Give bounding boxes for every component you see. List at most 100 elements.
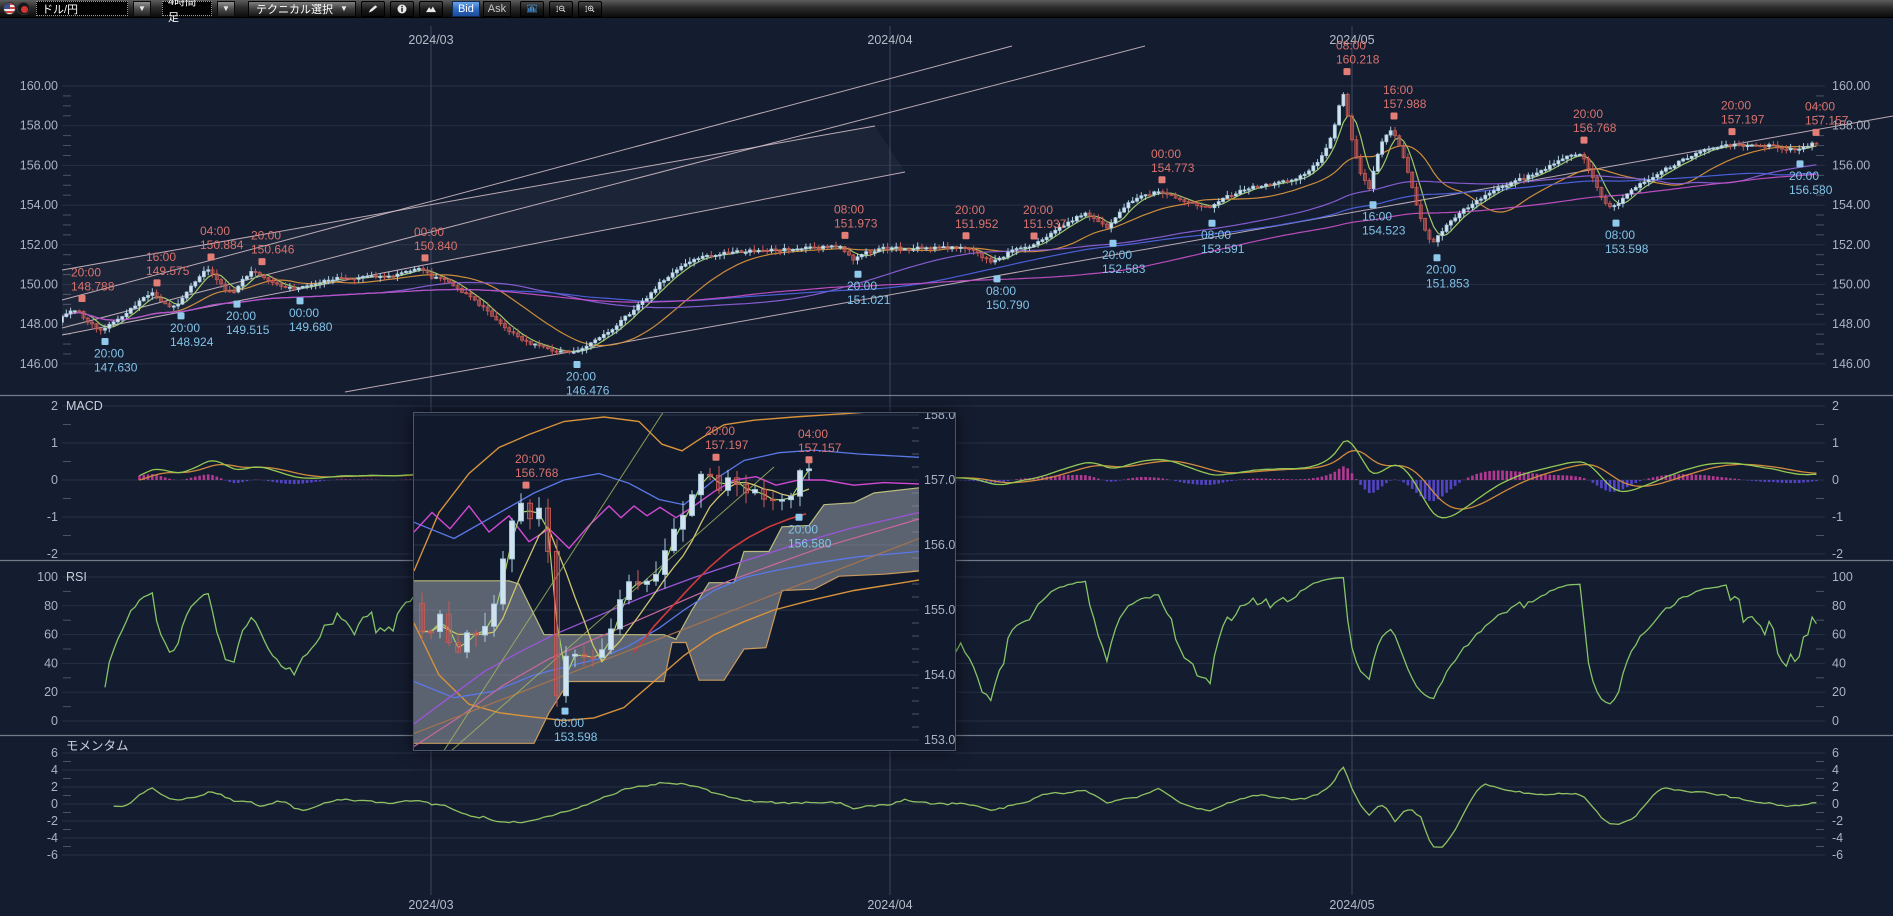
draw-tool-button[interactable] <box>361 1 385 17</box>
annotation-price: 151.973 <box>834 216 878 230</box>
momentum-tick: 2 <box>1832 780 1839 794</box>
annotation-marker <box>422 254 429 261</box>
rsi-tick: 0 <box>51 714 58 728</box>
annotation-marker <box>806 456 813 463</box>
bid-button[interactable]: Bid <box>452 1 480 17</box>
y-axis-label: 150.00 <box>1832 278 1870 292</box>
rsi-tick: 100 <box>1832 570 1853 584</box>
inset-axis-labels: 158.00157.00156.00155.00154.00153.00 <box>924 413 955 747</box>
annotation-marker <box>855 271 862 278</box>
pair-select[interactable]: ドル/円 <box>36 1 128 16</box>
momentum-tick: 2 <box>51 780 58 794</box>
timeframe-select[interactable]: 4時間足 <box>162 1 212 16</box>
y-axis-label: 158.00 <box>20 119 58 133</box>
timeframe-dropdown-button[interactable]: ▼ <box>217 1 235 17</box>
ask-label: Ask <box>488 3 506 15</box>
month-label: 2024/03 <box>408 33 453 47</box>
timeframe-label: 4時間足 <box>168 0 206 25</box>
annotation-marker <box>178 312 185 319</box>
annotation-price: 157.157 <box>1805 113 1849 127</box>
technical-label: テクニカル選択 <box>256 1 333 17</box>
annotation-time: 20:00 <box>1426 263 1456 277</box>
annotation-time: 16:00 <box>146 250 176 264</box>
rsi-tick: 40 <box>44 656 58 670</box>
annotation-time: 20:00 <box>251 229 281 243</box>
currency-pair-flags-icon <box>3 2 30 15</box>
annotation-price: 147.630 <box>94 361 138 375</box>
momentum-tick: -2 <box>47 814 58 828</box>
rsi-tick: 60 <box>1832 628 1846 642</box>
annotation-price: 153.598 <box>554 730 598 744</box>
annotation-time: 20:00 <box>71 266 101 280</box>
annotation-marker <box>1581 137 1588 144</box>
month-label: 2024/05 <box>1329 898 1374 912</box>
inset-y-label: 158.00 <box>924 413 955 422</box>
annotation-time: 20:00 <box>94 347 124 361</box>
technical-select-button[interactable]: テクニカル選択 ▼ <box>248 1 356 17</box>
annotation-time: 16:00 <box>1383 83 1413 97</box>
bid-label: Bid <box>458 3 474 15</box>
annotation-time: 08:00 <box>986 284 1016 298</box>
chart-type-button[interactable] <box>419 1 443 17</box>
volume-style-button[interactable] <box>520 1 544 17</box>
annotation-price: 146.476 <box>566 383 610 397</box>
inset-chart-svg[interactable]: 158.00157.00156.00155.00154.00153.0020:0… <box>414 413 955 750</box>
y-axis-label: 152.00 <box>1832 238 1870 252</box>
annotation-time: 04:00 <box>798 427 828 441</box>
annotation-marker <box>234 301 241 308</box>
inset-y-label: 154.00 <box>924 668 955 682</box>
toolbar: ドル/円 ▼ 4時間足 ▼ テクニカル選択 ▼ Bid <box>0 0 1893 18</box>
annotation-time: 20:00 <box>1102 248 1132 262</box>
y-axis-label: 154.00 <box>20 198 58 212</box>
momentum-tick: 6 <box>1832 746 1839 760</box>
zoom-out-button[interactable] <box>549 1 573 17</box>
ask-button[interactable]: Ask <box>483 1 511 17</box>
annotation-price: 151.853 <box>1426 277 1470 291</box>
annotation-time: 08:00 <box>1336 39 1366 53</box>
annotation-marker <box>713 454 720 461</box>
y-axis-label: 146.00 <box>1832 357 1870 371</box>
y-axis-label: 154.00 <box>1832 198 1870 212</box>
zoom-in-icon <box>585 3 595 15</box>
inset-y-label: 155.00 <box>924 603 955 617</box>
inset-zoom-window[interactable]: 158.00157.00156.00155.00154.00153.0020:0… <box>413 412 956 751</box>
rsi-tick: 20 <box>1832 685 1846 699</box>
zoom-in-button[interactable] <box>578 1 602 17</box>
info-button[interactable] <box>390 1 414 17</box>
y-axis-label: 148.00 <box>20 317 58 331</box>
annotation-price: 150.840 <box>414 239 458 253</box>
momentum-tick: -6 <box>47 848 58 862</box>
macd-tick: -1 <box>47 510 58 524</box>
annotation-time: 08:00 <box>1605 228 1635 242</box>
y-axis-label: 146.00 <box>20 357 58 371</box>
annotation-price: 152.583 <box>1102 262 1146 276</box>
rsi-tick: 0 <box>1832 714 1839 728</box>
annotation-price: 151.937 <box>1023 217 1067 231</box>
annotation-time: 08:00 <box>554 716 584 730</box>
momentum-tick: 6 <box>51 746 58 760</box>
momentum-tick: 4 <box>1832 763 1839 777</box>
annotation-marker <box>154 279 161 286</box>
ichimoku-cloud <box>414 488 919 744</box>
momentum-tick: -4 <box>1832 831 1843 845</box>
momentum-tick: 0 <box>51 797 58 811</box>
pair-dropdown-button[interactable]: ▼ <box>133 1 151 17</box>
annotation-time: 00:00 <box>414 225 444 239</box>
month-label: 2024/03 <box>408 898 453 912</box>
macd-tick: 1 <box>51 436 58 450</box>
annotation-price: 154.523 <box>1362 224 1406 238</box>
annotation-price: 157.988 <box>1383 97 1427 111</box>
y-axis-label: 156.00 <box>20 158 58 172</box>
japan-flag-icon <box>17 2 30 15</box>
annotation-time: 20:00 <box>1721 99 1751 113</box>
annotation-marker <box>842 232 849 239</box>
annotation-price: 157.197 <box>705 438 749 452</box>
momentum-panel-title: モメンタム <box>66 739 129 753</box>
annotation-marker <box>1434 254 1441 261</box>
annotation-price: 154.773 <box>1151 161 1195 175</box>
info-icon <box>397 3 407 15</box>
annotation-price: 148.788 <box>71 280 115 294</box>
annotation-marker <box>562 708 569 715</box>
annotation-marker <box>1813 129 1820 136</box>
annotation-time: 04:00 <box>200 224 230 238</box>
